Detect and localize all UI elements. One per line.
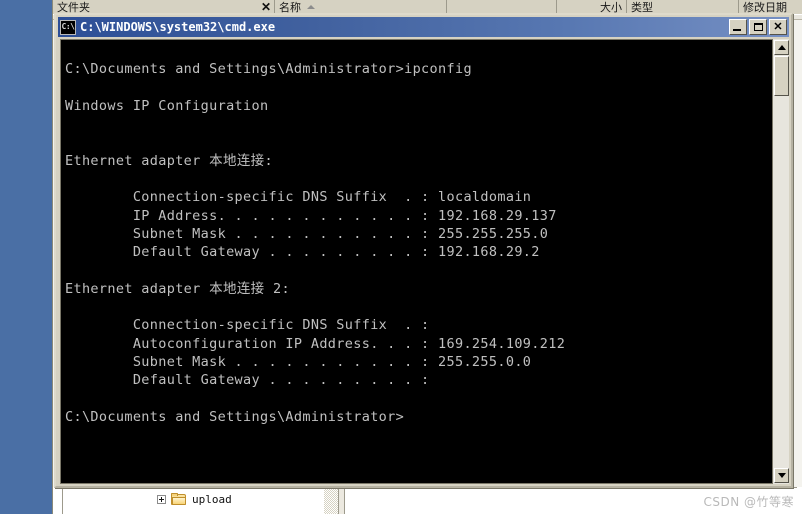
folder-icon	[171, 493, 187, 506]
console-vertical-scrollbar[interactable]	[772, 39, 789, 484]
explorer-pane-divider[interactable]	[338, 487, 345, 514]
explorer-tree-scrollbar[interactable]	[324, 487, 338, 514]
expand-plus-icon[interactable]	[157, 495, 166, 504]
scroll-up-button[interactable]	[774, 40, 789, 55]
close-button[interactable]: ✕	[769, 19, 787, 35]
command-prompt-window[interactable]: C:\ C:\WINDOWS\system32\cmd.exe ✕ C:\Doc…	[54, 13, 793, 488]
triangle-down-icon	[777, 473, 786, 478]
maximize-icon	[753, 23, 763, 31]
tree-item-upload-label: upload	[192, 493, 232, 506]
scroll-down-button[interactable]	[774, 468, 789, 483]
maximize-button[interactable]	[749, 19, 767, 35]
close-folders-pane-icon[interactable]: ✕	[261, 1, 271, 13]
minimize-button[interactable]	[729, 19, 747, 35]
cmd-title-bar[interactable]: C:\ C:\WINDOWS\system32\cmd.exe ✕	[58, 17, 789, 37]
tree-item-upload[interactable]: upload	[157, 493, 232, 506]
close-icon: ✕	[773, 21, 783, 33]
console-output-area[interactable]: C:\Documents and Settings\Administrator>…	[60, 39, 787, 484]
scrollbar-thumb[interactable]	[774, 56, 789, 96]
cmd-window-title: C:\WINDOWS\system32\cmd.exe	[80, 20, 276, 34]
cmd-console-icon-label: C:\	[61, 22, 75, 31]
sort-ascending-icon	[307, 5, 315, 9]
console-text: C:\Documents and Settings\Administrator>…	[65, 61, 566, 425]
minimize-icon	[733, 29, 741, 31]
explorer-body: upload	[53, 487, 802, 514]
window-controls: ✕	[729, 19, 787, 35]
explorer-folder-tree-pane: upload	[62, 487, 324, 514]
csdn-watermark: CSDN @竹等寒	[703, 495, 794, 509]
cmd-console-icon[interactable]: C:\	[60, 19, 76, 35]
triangle-up-icon	[777, 45, 786, 50]
